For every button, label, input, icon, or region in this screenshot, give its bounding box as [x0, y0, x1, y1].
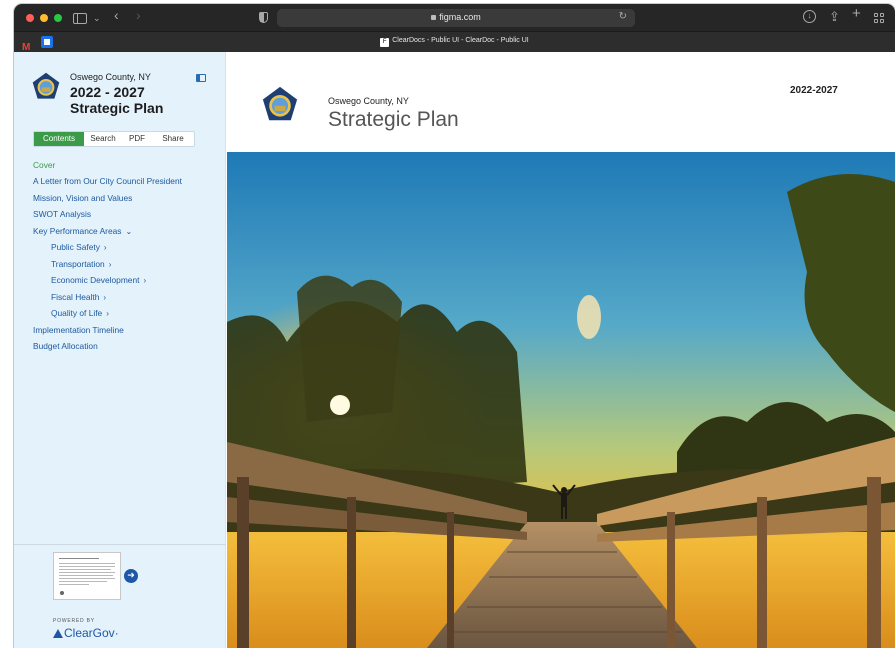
cleargov-brand-mark: ·	[114, 626, 119, 640]
reload-icon[interactable]: ↻	[619, 11, 627, 22]
sidebar-toggle-icon[interactable]	[73, 13, 87, 24]
page-thumbnail[interactable]	[53, 552, 121, 600]
chevron-right-icon: ›	[103, 293, 107, 302]
close-window-button[interactable]	[26, 14, 34, 22]
document-years: 2022-2027	[790, 85, 838, 96]
toc-item-economic-development[interactable]: Economic Development ›	[51, 275, 146, 285]
toc-item-quality-of-life[interactable]: Quality of Life ›	[51, 308, 109, 318]
county-seal-icon	[32, 72, 60, 100]
forward-icon[interactable]: ›	[136, 8, 141, 22]
share-icon[interactable]: ⇪	[829, 10, 840, 24]
toc-item-fiscal-health[interactable]: Fiscal Health ›	[51, 292, 106, 302]
plan-title-years: 2022 - 2027	[70, 84, 145, 100]
toc-item-cover[interactable]: Cover	[33, 160, 55, 170]
document-sidebar: Oswego County, NY 2022 - 2027 Strategic …	[14, 52, 226, 648]
chevron-down-icon: ⌄	[125, 227, 133, 236]
powered-by-label: POWERED BY	[53, 618, 95, 624]
toc-item-letter[interactable]: A Letter from Our City Council President	[33, 176, 182, 186]
toc-item-transportation[interactable]: Transportation ›	[51, 259, 111, 269]
figma-icon: F	[380, 38, 390, 47]
toc-item-swot[interactable]: SWOT Analysis	[33, 209, 91, 219]
document-title: Strategic Plan	[328, 108, 459, 131]
toc-item-mission[interactable]: Mission, Vision and Values	[33, 193, 132, 203]
toc-item-label: Public Safety	[51, 242, 100, 252]
toc-item-implementation-timeline[interactable]: Implementation Timeline	[33, 325, 124, 335]
county-seal-icon	[262, 86, 298, 122]
sidebar-plan-title: 2022 - 2027 Strategic Plan	[70, 84, 163, 116]
chevron-down-icon[interactable]: ⌄	[93, 11, 101, 25]
cleargov-brand: ClearGov	[64, 626, 115, 640]
address-bar[interactable]: figma.com ↻	[277, 9, 635, 27]
url-text: figma.com	[439, 12, 481, 22]
minimize-window-button[interactable]	[40, 14, 48, 22]
toc-item-key-performance-areas[interactable]: Key Performance Areas ⌄	[33, 226, 132, 236]
document-county-name: Oswego County, NY	[328, 96, 409, 106]
back-icon[interactable]: ‹	[114, 8, 119, 22]
tab-contents[interactable]: Contents	[34, 132, 84, 146]
plan-title-name: Strategic Plan	[70, 100, 164, 116]
tab-pdf[interactable]: PDF	[122, 132, 152, 146]
toc-item-public-safety[interactable]: Public Safety ›	[51, 242, 107, 252]
sidebar-county-name: Oswego County, NY	[70, 72, 151, 82]
cover-photo	[227, 152, 895, 648]
zoom-window-button[interactable]	[54, 14, 62, 22]
cleargov-mark-icon	[53, 629, 63, 638]
next-page-arrow-icon[interactable]: ➜	[124, 569, 138, 583]
download-icon[interactable]: ↓	[803, 10, 816, 23]
sidebar-divider	[14, 544, 226, 545]
shield-icon[interactable]	[259, 12, 268, 23]
tab-bar: M F ClearDocs - Public UI - ClearDoc - Pu…	[14, 31, 895, 53]
toc-item-label: Quality of Life	[51, 308, 103, 318]
chevron-right-icon: ›	[103, 243, 107, 252]
tab-title: ClearDocs - Public UI - ClearDoc - Publi…	[392, 37, 529, 44]
browser-toolbar: ⌄ ‹ › figma.com ↻ ↓ ⇪ +	[14, 4, 895, 31]
toc-item-label: Transportation	[51, 259, 105, 269]
browser-window: ⌄ ‹ › figma.com ↻ ↓ ⇪ + M F ClearDocs - P…	[14, 4, 895, 648]
toc-item-budget-allocation[interactable]: Budget Allocation	[33, 341, 98, 351]
toc-item-label: Economic Development	[51, 275, 140, 285]
document-viewer: Oswego County, NY Strategic Plan 2022-20…	[227, 52, 895, 648]
toc-item-label: Fiscal Health	[51, 292, 100, 302]
active-tab[interactable]: F ClearDocs - Public UI - ClearDoc - Publ…	[14, 37, 895, 47]
tab-search[interactable]: Search	[84, 132, 122, 146]
toc-item-label: Key Performance Areas	[33, 226, 122, 236]
new-tab-icon[interactable]: +	[852, 6, 861, 21]
tab-overview-icon[interactable]	[874, 13, 884, 23]
chevron-right-icon: ›	[143, 276, 147, 285]
sidebar-tabs: Contents Search PDF Share	[33, 131, 195, 147]
cleargov-logo[interactable]: ClearGov·	[53, 626, 119, 640]
lock-icon	[431, 15, 437, 20]
chevron-right-icon: ›	[106, 309, 109, 318]
document-header: Oswego County, NY Strategic Plan 2022-20…	[227, 52, 895, 152]
tab-share[interactable]: Share	[152, 132, 194, 146]
thumbnail-avatar	[60, 591, 64, 595]
collapse-sidebar-icon[interactable]	[196, 74, 206, 82]
chevron-right-icon: ›	[108, 260, 112, 269]
